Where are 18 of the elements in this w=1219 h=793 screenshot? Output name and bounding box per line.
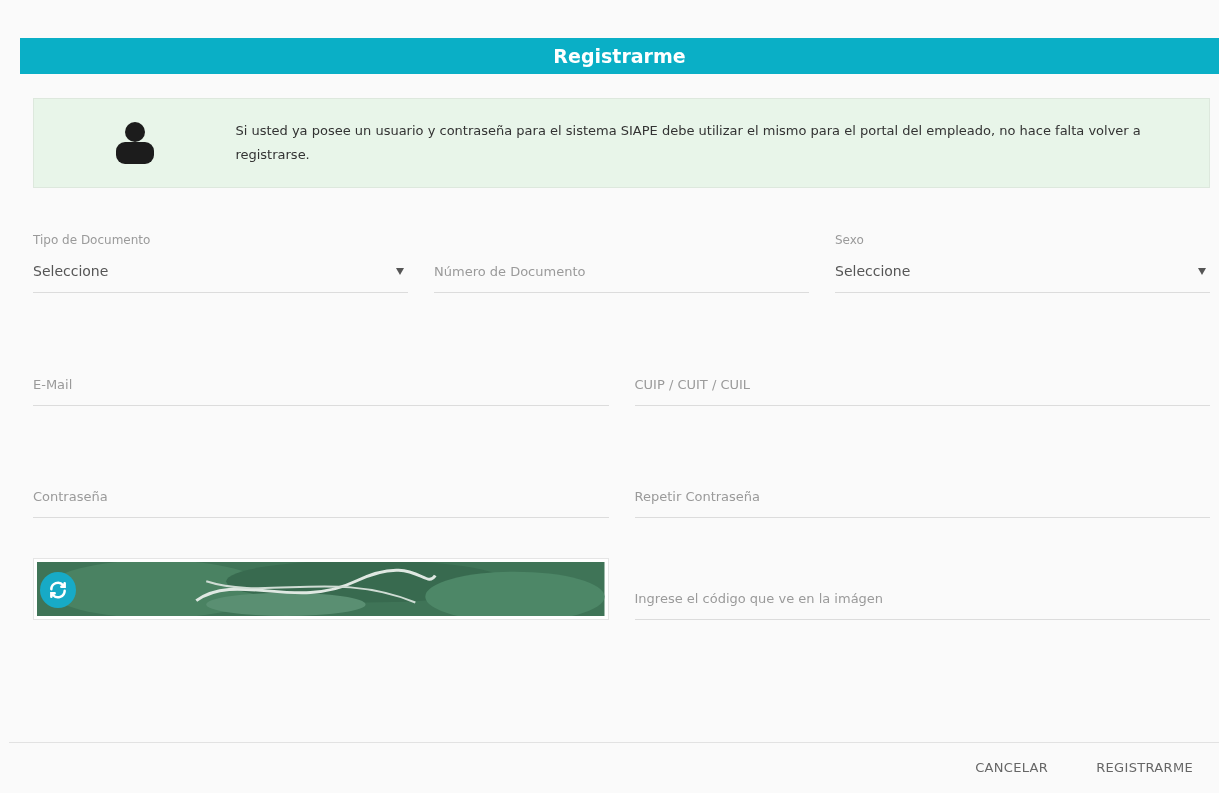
caret-icon — [396, 268, 404, 275]
info-text: Si usted ya posee un usuario y contraseña para el sistema SIAPE debe utilizar el mismo para el portal del empleado, no hace falta volver a registrarse. — [235, 122, 1142, 164]
refresh-icon — [48, 580, 68, 600]
field-label: Sexo — [835, 232, 865, 249]
input-field[interactable]: Ingrese el código que ve en la imágen — [634, 584, 1210, 620]
text-button[interactable]: REGISTRARME — [1092, 754, 1197, 782]
field-label: Tipo de Documento — [33, 232, 152, 249]
input-field[interactable]: CUIP / CUIT / CUIL — [634, 370, 1210, 406]
text-button[interactable]: CANCELAR — [971, 754, 1053, 782]
input-field[interactable]: Repetir Contraseña — [634, 482, 1210, 518]
input-field[interactable]: E-Mail — [33, 370, 609, 406]
input-field[interactable]: Número de Documento — [434, 257, 809, 293]
input-field[interactable]: Contraseña — [33, 482, 609, 518]
dialog-title: Registrarme — [553, 43, 686, 69]
user-icon — [114, 121, 155, 165]
caret-icon — [1198, 268, 1206, 275]
select-field[interactable]: Seleccione — [33, 257, 408, 293]
select-field[interactable]: Seleccione — [835, 257, 1210, 293]
